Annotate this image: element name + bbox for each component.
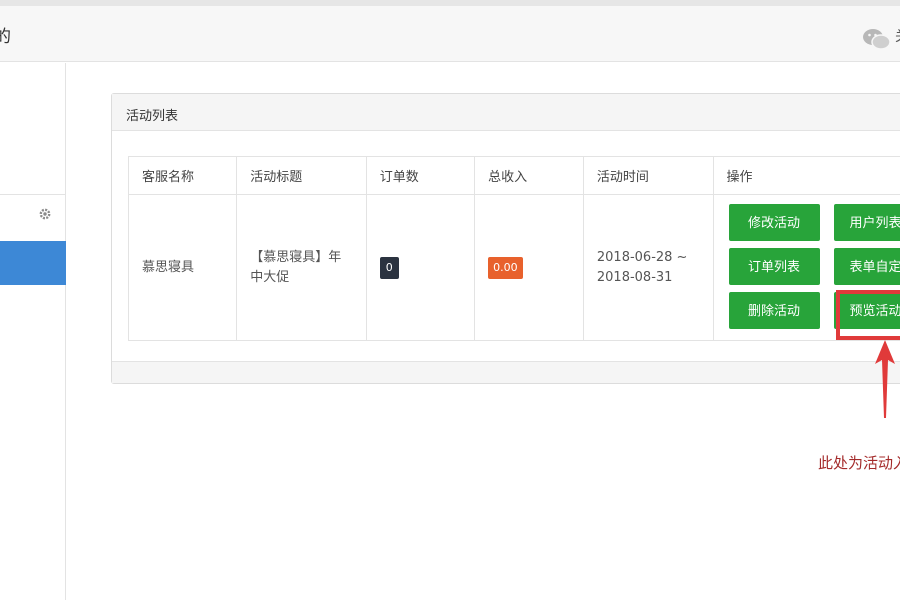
col-total-income: 总收入 — [474, 156, 584, 195]
wechat-icon[interactable] — [862, 28, 892, 50]
sidebar-item-active[interactable] — [0, 241, 66, 285]
table-header-row: 客服名称 活动标题 订单数 总收入 活动时间 操作 — [127, 156, 900, 195]
panel-title: 活动列表 — [126, 109, 179, 124]
cell-activity-time: 2018-06-28 ~ 2018-08-31 — [582, 194, 714, 341]
col-activity-title: 活动标题 — [236, 156, 367, 195]
col-operations: 操作 — [712, 156, 900, 195]
cell-order-count: 0 — [365, 194, 476, 341]
arrow-up-icon — [875, 340, 895, 418]
cell-service-name: 慕思寝具 — [127, 194, 238, 341]
sidebar — [0, 63, 66, 600]
header: 的 关 — [0, 6, 900, 62]
cell-total-income: 0.00 — [474, 194, 584, 341]
annotation-note: 此处为活动入口 — [818, 454, 900, 472]
col-activity-time: 活动时间 — [582, 156, 714, 195]
highlight-box — [836, 290, 900, 340]
table-row: 慕思寝具 【慕思寝具】年中大促 0 0.00 2018-06-28 ~ 2018… — [127, 194, 900, 341]
cell-activity-title: 【慕思寝具】年中大促 — [236, 194, 367, 341]
delete-activity-button[interactable]: 删除活动 — [728, 292, 820, 329]
activity-list-panel: 活动列表 客服名称 活动标题 订单数 总收入 活动时间 操作 慕思寝具 【慕思寝… — [111, 93, 900, 384]
order-list-button[interactable]: 订单列表 — [728, 248, 820, 285]
sidebar-divider — [0, 194, 66, 195]
col-service-name: 客服名称 — [127, 156, 238, 195]
header-title: 的 — [0, 27, 11, 47]
panel-footer — [112, 361, 900, 383]
panel-heading: 活动列表 — [112, 94, 900, 131]
activity-table: 客服名称 活动标题 订单数 总收入 活动时间 操作 慕思寝具 【慕思寝具】年中大… — [127, 156, 900, 341]
order-count-badge: 0 — [379, 256, 399, 279]
header-extra[interactable]: 关 — [895, 26, 900, 46]
gear-icon[interactable] — [38, 207, 52, 221]
user-list-button[interactable]: 用户列表 — [833, 204, 900, 241]
col-order-count: 订单数 — [365, 156, 476, 195]
edit-activity-button[interactable]: 修改活动 — [728, 204, 820, 241]
income-badge: 0.00 — [488, 256, 523, 279]
form-custom-button[interactable]: 表单自定义 — [833, 248, 900, 285]
